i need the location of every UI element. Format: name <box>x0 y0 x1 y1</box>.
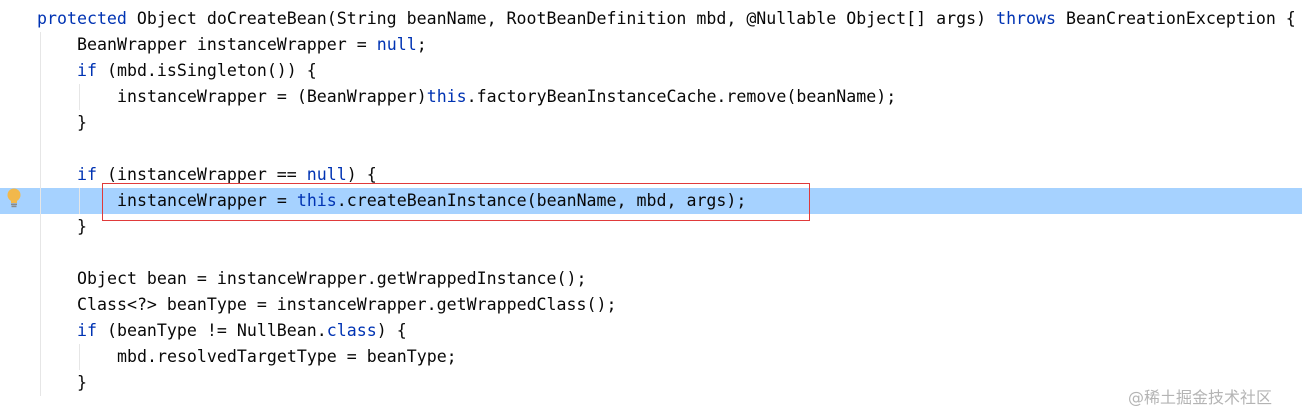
code-token: .factoryBeanInstanceCache.remove(beanNam… <box>466 87 897 106</box>
indent-guide <box>40 162 41 188</box>
code-text: } <box>77 214 87 240</box>
code-line[interactable]: } <box>0 214 1302 240</box>
code-text: mbd.resolvedTargetType = beanType; <box>117 344 457 370</box>
code-token: instanceWrapper = (BeanWrapper) <box>117 87 427 106</box>
code-line[interactable] <box>0 240 1302 266</box>
code-text: protected Object doCreateBean(String bea… <box>37 6 1296 32</box>
indent-guide <box>79 84 80 110</box>
code-line[interactable]: instanceWrapper = (BeanWrapper)this.fact… <box>0 84 1302 110</box>
code-text: Class<?> beanType = instanceWrapper.getW… <box>77 292 616 318</box>
indent-guide <box>40 292 41 318</box>
code-line-current[interactable]: instanceWrapper = this.createBeanInstanc… <box>0 188 1302 214</box>
code-token: .createBeanInstance(beanName, mbd, args)… <box>336 191 747 210</box>
code-line[interactable]: if (instanceWrapper == null) { <box>0 162 1302 188</box>
keyword-token: if <box>77 165 97 184</box>
code-text: } <box>77 110 87 136</box>
code-token: Object doCreateBean(String beanName, Roo… <box>126 9 997 28</box>
code-token: BeanWrapper instanceWrapper = <box>77 35 377 54</box>
code-text: if (instanceWrapper == null) { <box>77 162 377 188</box>
code-token: ; <box>416 35 427 54</box>
indent-guide <box>40 136 41 162</box>
code-token: (mbd.isSingleton()) { <box>96 61 317 80</box>
indent-guide <box>79 188 80 214</box>
indent-guide <box>40 188 41 214</box>
code-text: BeanWrapper instanceWrapper = null; <box>77 32 427 58</box>
indent-guide <box>40 240 41 266</box>
code-text: instanceWrapper = this.createBeanInstanc… <box>117 188 746 214</box>
keyword-token: null <box>376 35 417 54</box>
code-token: (instanceWrapper == <box>96 165 307 184</box>
indent-guide <box>40 318 41 344</box>
indent-guide <box>40 214 41 240</box>
indent-guide <box>40 370 41 396</box>
code-token: } <box>77 113 87 132</box>
code-line[interactable]: Class<?> beanType = instanceWrapper.getW… <box>0 292 1302 318</box>
code-token: instanceWrapper = <box>117 191 297 210</box>
code-token: (beanType != NullBean. <box>96 321 327 340</box>
code-line[interactable]: if (beanType != NullBean.class) { <box>0 318 1302 344</box>
indent-guide <box>79 344 80 370</box>
keyword-token: if <box>77 61 97 80</box>
code-token: } <box>77 373 87 392</box>
code-text: instanceWrapper = (BeanWrapper)this.fact… <box>117 84 896 110</box>
lightbulb-icon[interactable] <box>6 188 22 210</box>
code-text: if (beanType != NullBean.class) { <box>77 318 407 344</box>
code-line[interactable]: mbd.resolvedTargetType = beanType; <box>0 344 1302 370</box>
indent-guide <box>40 344 41 370</box>
code-token: BeanCreationException { <box>1056 9 1296 28</box>
code-token: mbd.resolvedTargetType = beanType; <box>117 347 457 366</box>
keyword-token: if <box>77 321 97 340</box>
code-token: } <box>77 217 87 236</box>
keyword-token: protected <box>37 9 127 28</box>
code-token: Class<?> beanType = instanceWrapper.getW… <box>77 295 617 314</box>
keyword-token: throws <box>996 9 1057 28</box>
keyword-token: class <box>326 321 377 340</box>
code-token: ) { <box>346 165 377 184</box>
code-line[interactable] <box>0 136 1302 162</box>
watermark-text: @稀土掘金技术社区 <box>1128 388 1273 407</box>
keyword-token: this <box>426 87 467 106</box>
code-line[interactable]: BeanWrapper instanceWrapper = null; <box>0 32 1302 58</box>
code-line[interactable]: } <box>0 370 1302 396</box>
keyword-token: this <box>296 191 337 210</box>
indent-guide <box>40 32 41 58</box>
code-editor[interactable]: protected Object doCreateBean(String bea… <box>0 0 1302 418</box>
code-line[interactable]: if (mbd.isSingleton()) { <box>0 58 1302 84</box>
code-line[interactable]: } <box>0 110 1302 136</box>
code-token: Object bean = instanceWrapper.getWrapped… <box>77 269 587 288</box>
code-text: } <box>77 370 87 396</box>
code-text: Object bean = instanceWrapper.getWrapped… <box>77 266 587 292</box>
indent-guide <box>40 110 41 136</box>
indent-guide <box>40 58 41 84</box>
indent-guide <box>40 84 41 110</box>
code-line[interactable]: Object bean = instanceWrapper.getWrapped… <box>0 266 1302 292</box>
code-token: ) { <box>376 321 407 340</box>
code-text: if (mbd.isSingleton()) { <box>77 58 317 84</box>
code-line[interactable]: protected Object doCreateBean(String bea… <box>0 6 1302 32</box>
keyword-token: null <box>306 165 347 184</box>
indent-guide <box>40 266 41 292</box>
